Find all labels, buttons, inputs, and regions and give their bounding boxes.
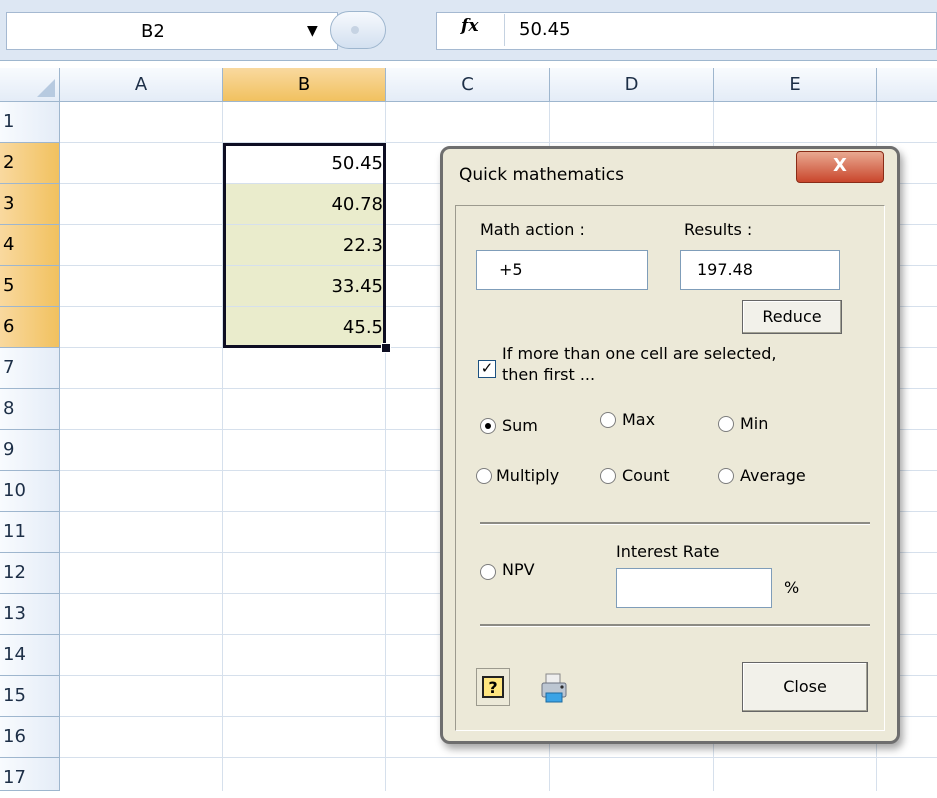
row-header[interactable]: 12 (0, 553, 60, 594)
print-button[interactable] (536, 668, 570, 706)
column-header-f[interactable] (877, 68, 937, 102)
interest-rate-input[interactable] (616, 568, 772, 608)
separator-top (480, 522, 870, 525)
formula-bar-toggle-button[interactable] (330, 11, 386, 49)
formula-value: 50.45 (519, 19, 571, 40)
gridline (60, 142, 937, 143)
formula-input[interactable] (436, 12, 937, 50)
row-header[interactable]: 6 (0, 307, 60, 348)
radio-sum[interactable] (480, 418, 496, 434)
radio-sum-label: Sum (502, 416, 538, 435)
radio-multiply-label: Multiply (496, 466, 560, 485)
radio-min[interactable] (718, 416, 734, 432)
radio-max[interactable] (600, 412, 616, 428)
radio-npv[interactable] (480, 564, 496, 580)
help-button[interactable]: ? (476, 668, 510, 706)
dialog-panel: Math action : Results : +5 197.48 Reduce… (455, 205, 885, 731)
first-aggregate-checkbox[interactable]: ✓ (478, 360, 496, 378)
radio-average[interactable] (718, 468, 734, 484)
row-header[interactable]: 16 (0, 717, 60, 758)
results-field[interactable]: 197.48 (680, 250, 840, 290)
close-button[interactable]: Close (742, 662, 868, 712)
row-header[interactable]: 14 (0, 635, 60, 676)
row-header[interactable]: 7 (0, 348, 60, 389)
name-box[interactable]: B2 ▼ (6, 12, 338, 50)
row-header[interactable]: 15 (0, 676, 60, 717)
row-header[interactable]: 5 (0, 266, 60, 307)
row-header[interactable]: 11 (0, 512, 60, 553)
radio-max-label: Max (622, 410, 656, 429)
check-icon: ✓ (480, 359, 494, 377)
selection-border (223, 143, 386, 348)
checkbox-label-line1: If more than one cell are selected, (502, 344, 777, 363)
radio-average-label: Average (740, 466, 806, 485)
radio-count-label: Count (622, 466, 670, 485)
formula-bar: B2 ▼ fx 50.45 (0, 0, 937, 61)
row-header[interactable]: 17 (0, 758, 60, 791)
row-header[interactable]: 13 (0, 594, 60, 635)
chevron-down-icon[interactable]: ▼ (307, 23, 318, 39)
row-header[interactable]: 2 (0, 143, 60, 184)
help-icon: ? (482, 676, 504, 698)
reduce-button[interactable]: Reduce (742, 300, 842, 334)
math-action-label: Math action : (480, 220, 585, 239)
percent-label: % (784, 578, 800, 597)
checkbox-label-line2: then first ... (502, 365, 596, 384)
row-header[interactable]: 3 (0, 184, 60, 225)
row-header[interactable]: 1 (0, 102, 60, 143)
select-all-corner[interactable] (0, 68, 60, 102)
select-all-icon (37, 79, 55, 97)
quick-mathematics-dialog: Quick mathematics X Math action : Result… (440, 146, 900, 744)
interest-rate-label: Interest Rate (616, 542, 720, 561)
printer-icon (541, 673, 567, 703)
column-header-d[interactable]: D (550, 68, 714, 102)
close-icon[interactable]: X (796, 151, 884, 183)
math-action-input[interactable]: +5 (476, 250, 648, 290)
name-box-value: B2 (141, 21, 165, 42)
fill-handle[interactable] (381, 343, 391, 353)
dialog-title: Quick mathematics (459, 165, 624, 185)
row-header[interactable]: 9 (0, 430, 60, 471)
column-header-a[interactable]: A (60, 68, 223, 102)
row-header[interactable]: 4 (0, 225, 60, 266)
separator-bottom (480, 624, 870, 627)
results-label: Results : (684, 220, 753, 239)
function-icon[interactable]: fx (461, 16, 478, 36)
radio-min-label: Min (740, 414, 769, 433)
row-header[interactable]: 8 (0, 389, 60, 430)
radio-multiply[interactable] (476, 468, 492, 484)
gridline (60, 757, 937, 758)
column-header-b[interactable]: B (223, 68, 386, 102)
column-header-row: A B C D E (0, 68, 937, 102)
npv-label: NPV (502, 560, 535, 579)
radio-count[interactable] (600, 468, 616, 484)
column-header-e[interactable]: E (714, 68, 877, 102)
row-header[interactable]: 10 (0, 471, 60, 512)
formula-separator (504, 14, 505, 46)
dot-icon (351, 26, 359, 34)
column-header-c[interactable]: C (386, 68, 550, 102)
svg-text:?: ? (488, 678, 497, 697)
